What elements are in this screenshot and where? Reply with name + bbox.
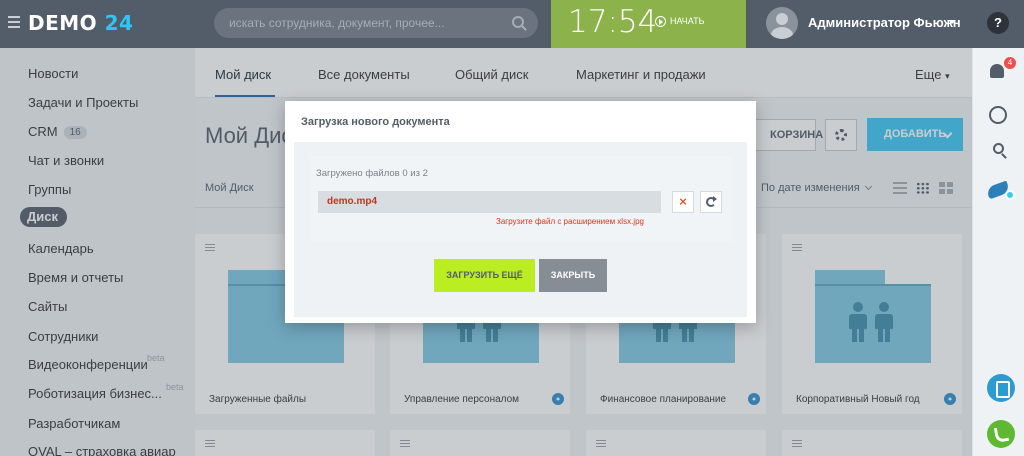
logo[interactable]: DEMO 24 (28, 11, 133, 35)
notification-badge: 4 (1004, 57, 1016, 69)
bird-icon[interactable] (985, 178, 1015, 200)
start-workday-button[interactable]: НАЧАТЬ (655, 16, 705, 28)
search-icon[interactable] (993, 143, 1004, 154)
document-icon[interactable] (987, 374, 1015, 402)
logo-text: DEMO (28, 11, 98, 35)
menu-icon[interactable] (8, 16, 20, 28)
close-button[interactable]: ЗАКРЫТЬ (539, 259, 607, 292)
file-error-message: Загрузите файл с расширением xlsx.jpg (496, 217, 644, 226)
dialog-body: Загружено файлов 0 из 2 demo.mp4 Загрузи… (294, 142, 747, 317)
right-bar: 4 (972, 48, 1024, 456)
refresh-icon (706, 196, 717, 207)
upload-status: Загружено файлов 0 из 2 (316, 168, 428, 179)
bell-icon[interactable] (990, 64, 1004, 78)
avatar[interactable] (766, 7, 798, 39)
user-name[interactable]: Администратор Фьюжн (808, 15, 961, 30)
chat-icon[interactable] (989, 106, 1007, 124)
top-header: DEMO 24 искать сотрудника, документ, про… (0, 0, 1024, 48)
upload-dialog: Загрузка нового документа Загружено файл… (285, 101, 756, 323)
remove-file-button[interactable]: × (672, 191, 694, 213)
phone-icon[interactable] (987, 420, 1015, 448)
logo-number: 24 (104, 11, 134, 35)
play-icon (655, 16, 666, 28)
upload-more-button[interactable]: ЗАГРУЗИТЬ ЕЩЁ (434, 259, 535, 292)
file-name: demo.mp4 (327, 196, 378, 207)
search-placeholder: искать сотрудника, документ, прочее... (229, 16, 445, 30)
close-icon: × (679, 194, 687, 209)
help-icon[interactable]: ? (987, 12, 1009, 34)
dialog-title: Загрузка нового документа (301, 116, 450, 128)
start-label: НАЧАТЬ (670, 16, 705, 26)
file-row: demo.mp4 (318, 191, 661, 213)
clock-time: 17:54 (568, 4, 658, 40)
worktime-widget[interactable]: 17:54 НАЧАТЬ (551, 0, 746, 48)
retry-upload-button[interactable] (700, 191, 722, 213)
chevron-down-icon[interactable] (948, 20, 956, 24)
search-input[interactable]: искать сотрудника, документ, прочее... (214, 8, 538, 38)
search-icon[interactable] (512, 16, 524, 28)
